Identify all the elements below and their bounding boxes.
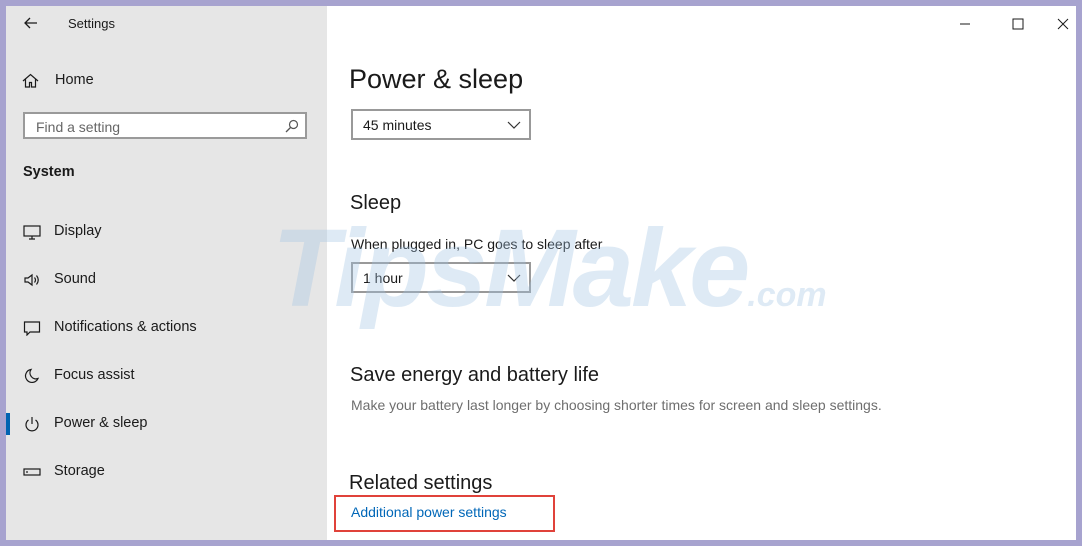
home-icon (22, 73, 39, 88)
sidebar-item-power-sleep[interactable]: Power & sleep (6, 404, 327, 444)
search-box[interactable] (23, 112, 307, 139)
sleep-heading: Sleep (350, 192, 402, 214)
sidebar-item-storage[interactable]: Storage (6, 452, 327, 492)
notifications-icon (23, 321, 41, 336)
sidebar-item-home[interactable]: Home (22, 69, 312, 91)
active-indicator (6, 413, 10, 435)
search-icon (285, 119, 299, 133)
moon-icon (24, 368, 40, 383)
additional-power-settings-link[interactable]: Additional power settings (351, 504, 507, 520)
chevron-down-icon (507, 274, 521, 282)
close-icon (1057, 18, 1069, 30)
save-energy-heading: Save energy and battery life (350, 364, 600, 386)
minimize-icon (960, 23, 970, 25)
chevron-down-icon (507, 121, 521, 129)
search-input[interactable] (34, 117, 278, 137)
settings-window: Settings Home System Display (6, 6, 1076, 540)
sidebar-item-notifications[interactable]: Notifications & actions (6, 308, 327, 348)
close-button[interactable] (1040, 10, 1076, 38)
app-title: Settings (68, 16, 115, 31)
sound-icon (24, 273, 39, 287)
sidebar-item-label: Sound (54, 271, 96, 287)
page-title: Power & sleep (349, 64, 524, 94)
maximize-icon (1012, 18, 1024, 30)
screen-timeout-value: 45 minutes (363, 117, 432, 133)
sidebar-item-label: Power & sleep (54, 415, 148, 431)
minimize-button[interactable] (942, 10, 988, 38)
sidebar-item-focus-assist[interactable]: Focus assist (6, 356, 327, 396)
display-icon (23, 225, 41, 240)
sidebar-item-label: Storage (54, 463, 105, 479)
section-title-system: System (23, 164, 75, 180)
sleep-timeout-value: 1 hour (363, 270, 403, 286)
sidebar-item-label: Display (54, 223, 102, 239)
home-label: Home (55, 72, 94, 88)
back-button[interactable] (20, 13, 42, 33)
sidebar: Settings Home System Display (6, 6, 327, 540)
sidebar-item-label: Notifications & actions (54, 319, 197, 335)
related-settings-heading: Related settings (349, 472, 493, 494)
sleep-timeout-dropdown[interactable]: 1 hour (351, 262, 531, 293)
power-icon (25, 417, 39, 432)
sidebar-item-display[interactable]: Display (6, 212, 327, 252)
screen-timeout-dropdown[interactable]: 45 minutes (351, 109, 531, 140)
main-content: Power & sleep 45 minutes Sleep When plug… (327, 6, 1076, 540)
storage-icon (23, 468, 41, 476)
maximize-button[interactable] (995, 10, 1041, 38)
sidebar-item-sound[interactable]: Sound (6, 260, 327, 300)
save-energy-description: Make your battery last longer by choosin… (351, 397, 882, 413)
sleep-label: When plugged in, PC goes to sleep after (351, 236, 603, 252)
back-arrow-icon (24, 17, 37, 29)
sidebar-item-label: Focus assist (54, 367, 135, 383)
